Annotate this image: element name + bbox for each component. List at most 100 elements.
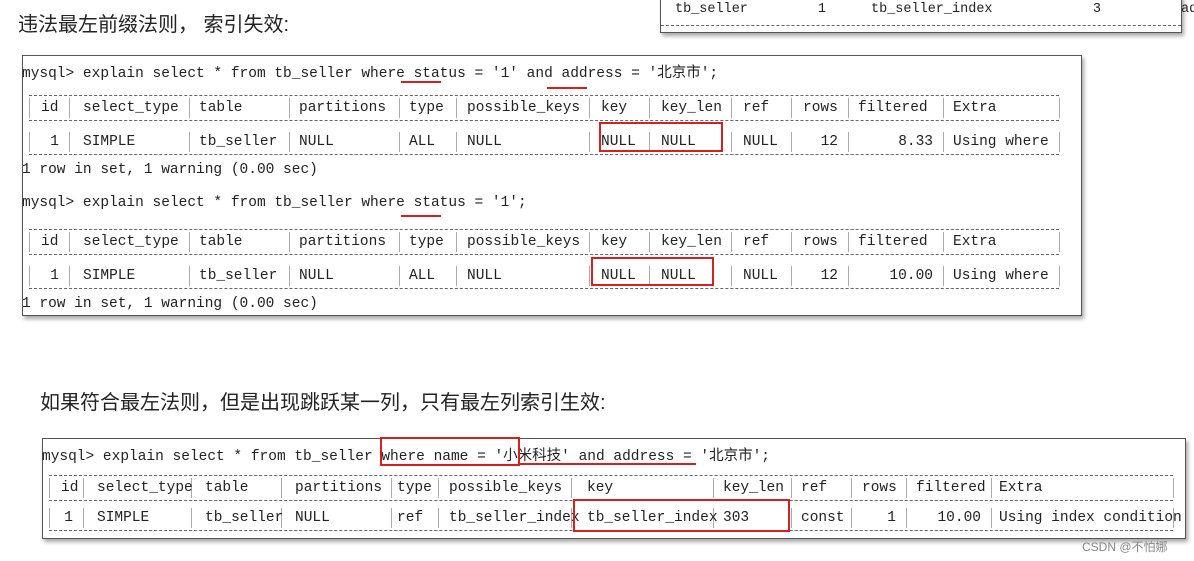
column-divider <box>289 266 290 286</box>
column-divider <box>69 132 70 152</box>
column-header-filtered: filtered <box>858 234 928 250</box>
cell-rows: 12 <box>820 134 838 150</box>
column-divider <box>1173 478 1174 498</box>
cell-select-type: SIMPLE <box>97 510 150 526</box>
cell-Extra: Using index condition <box>999 510 1182 526</box>
column-header-table: table <box>199 100 243 116</box>
fragment-cell: tb_seller_index <box>871 2 993 17</box>
column-header-key: key <box>587 480 614 496</box>
cell-possible-keys: NULL <box>467 268 502 284</box>
cell-select-type: SIMPLE <box>83 268 136 284</box>
cell-table: tb_seller <box>199 134 278 150</box>
column-divider <box>438 478 439 498</box>
column-divider <box>791 508 792 528</box>
cell-table: tb_seller <box>199 268 278 284</box>
result-info: 1 row in set, 1 warning (0.00 sec) <box>22 296 318 312</box>
column-header-ref: ref <box>801 480 828 496</box>
explain-panel-1: mysql> explain select * from tb_seller w… <box>22 55 1082 316</box>
column-divider <box>438 508 439 528</box>
column-divider <box>791 232 792 252</box>
key-keylen-highlight <box>573 499 790 532</box>
address-underline <box>547 87 587 89</box>
column-divider <box>943 98 944 118</box>
sql-query: mysql> explain select * from tb_seller w… <box>22 195 527 211</box>
cell-filtered: 10.00 <box>889 268 933 284</box>
cell-type: ALL <box>409 134 436 150</box>
column-header-partitions: partitions <box>299 234 387 250</box>
cell-partitions: NULL <box>299 134 334 150</box>
address-underline <box>519 463 696 465</box>
cell-id: 1 <box>50 268 59 284</box>
table-border <box>661 25 1181 26</box>
column-header-rows: rows <box>803 234 838 250</box>
column-header-partitions: partitions <box>295 480 383 496</box>
column-divider <box>289 98 290 118</box>
column-divider <box>991 478 992 498</box>
column-divider <box>456 232 457 252</box>
column-divider <box>399 132 400 152</box>
status-underline <box>401 215 441 217</box>
column-divider <box>289 232 290 252</box>
column-divider <box>943 232 944 252</box>
key-keylen-highlight <box>591 257 714 286</box>
column-divider <box>1059 232 1060 252</box>
column-divider <box>649 98 650 118</box>
column-header-rows: rows <box>803 100 838 116</box>
column-divider <box>943 266 944 286</box>
table-border <box>29 229 1059 230</box>
column-header-filtered: filtered <box>916 480 986 496</box>
column-divider <box>391 478 392 498</box>
name-condition-highlight <box>380 437 520 466</box>
column-divider <box>399 266 400 286</box>
column-header-key-len: key_len <box>661 234 722 250</box>
column-header-key: key <box>601 100 628 116</box>
cell-possible-keys: tb_seller_index <box>449 510 580 526</box>
column-divider <box>589 266 590 286</box>
column-divider <box>731 266 732 286</box>
column-divider <box>289 132 290 152</box>
column-divider <box>731 132 732 152</box>
column-header-select-type: select_type <box>97 480 193 496</box>
column-divider <box>791 478 792 498</box>
cell-type: ALL <box>409 268 436 284</box>
sql-query: mysql> explain select * from tb_seller w… <box>22 66 719 82</box>
column-divider <box>649 232 650 252</box>
cell-type: ref <box>397 510 424 526</box>
column-divider <box>49 478 50 498</box>
column-divider <box>456 132 457 152</box>
table-border <box>49 475 1173 476</box>
table-border <box>29 288 1059 289</box>
column-divider <box>191 508 192 528</box>
explain-panel-2: mysql> explain select * from tb_seller w… <box>42 437 1186 539</box>
column-header-table: table <box>199 234 243 250</box>
fragment-cell: tb_seller <box>675 2 748 17</box>
index-list-fragment: tb_seller1tb_seller_index2statustb_selle… <box>660 0 1194 33</box>
cell-filtered: 8.33 <box>898 134 933 150</box>
column-divider <box>589 98 590 118</box>
column-divider <box>83 478 84 498</box>
cell-partitions: NULL <box>299 268 334 284</box>
table-border <box>29 120 1059 121</box>
column-divider <box>189 232 190 252</box>
column-divider <box>189 98 190 118</box>
column-header-ref: ref <box>743 234 770 250</box>
column-divider <box>589 232 590 252</box>
column-header-type: type <box>397 480 432 496</box>
cell-table: tb_seller <box>205 510 284 526</box>
column-divider <box>399 98 400 118</box>
column-header-type: type <box>409 234 444 250</box>
cell-id: 1 <box>64 510 73 526</box>
column-header-key: key <box>601 234 628 250</box>
column-header-filtered: filtered <box>858 100 928 116</box>
column-header-possible-keys: possible_keys <box>467 234 581 250</box>
column-divider <box>1059 132 1060 152</box>
fragment-cell: 3 <box>1092 2 1101 17</box>
column-divider <box>189 266 190 286</box>
column-divider <box>69 98 70 118</box>
column-divider <box>731 232 732 252</box>
cell-ref: const <box>801 510 845 526</box>
column-header-select-type: select_type <box>83 234 179 250</box>
column-header-Extra: Extra <box>953 234 997 250</box>
column-header-possible-keys: possible_keys <box>449 480 563 496</box>
column-header-type: type <box>409 100 444 116</box>
